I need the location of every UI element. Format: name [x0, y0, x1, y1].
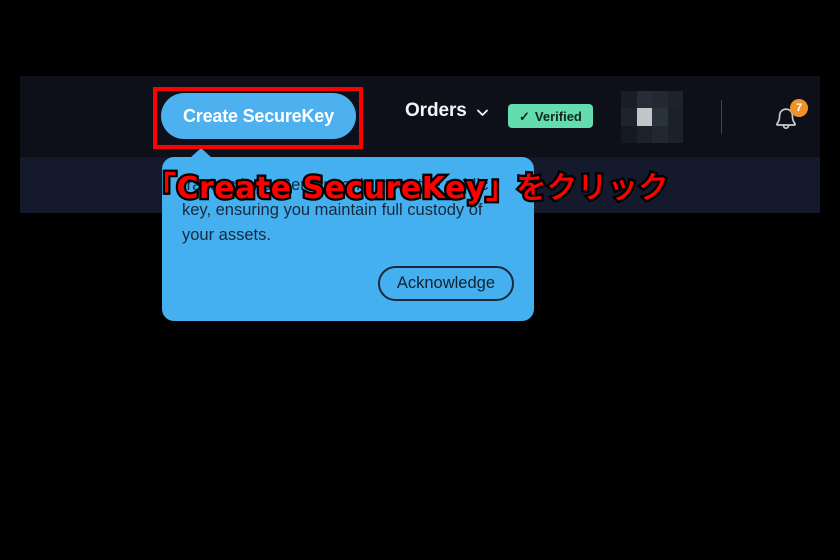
check-icon: ✓ [519, 108, 530, 124]
verified-label: Verified [534, 108, 582, 124]
avatar-pixel [667, 108, 683, 126]
avatar-pixel [636, 91, 652, 109]
avatar-pixel [667, 91, 683, 109]
top-navigation-bar: Create SecureKey Orders [20, 76, 820, 157]
screen-canvas: Create SecureKey Orders ✓ Verified 7 tra… [0, 0, 840, 560]
avatar-pixel [636, 125, 652, 143]
avatar-pixel [636, 108, 652, 126]
avatar-pixel [621, 91, 637, 109]
avatar-pixel [667, 125, 683, 143]
avatar[interactable] [621, 91, 683, 143]
avatar-pixel [621, 108, 637, 126]
avatar-pixel [652, 125, 668, 143]
avatar-pixel [652, 108, 668, 126]
vertical-divider [721, 100, 722, 134]
avatar-pixel [621, 125, 637, 143]
notifications-button[interactable]: 7 [770, 99, 808, 137]
notification-count-badge: 7 [790, 99, 808, 117]
info-tooltip: transactions. Servers only store the pub… [162, 148, 534, 322]
acknowledge-button[interactable]: Acknowledge [377, 266, 514, 302]
status-badge-verified: ✓ Verified [508, 104, 593, 128]
tooltip-body-text: transactions. Servers only store the pub… [182, 176, 489, 245]
tooltip-arrow-icon [190, 148, 212, 158]
orders-nav-label: Orders [405, 100, 467, 121]
tooltip-actions: Acknowledge [182, 266, 514, 302]
create-securekey-button[interactable]: Create SecureKey [161, 93, 356, 139]
orders-nav-item[interactable]: Orders [405, 100, 489, 122]
chevron-down-icon [476, 106, 489, 119]
avatar-pixel [652, 91, 668, 109]
